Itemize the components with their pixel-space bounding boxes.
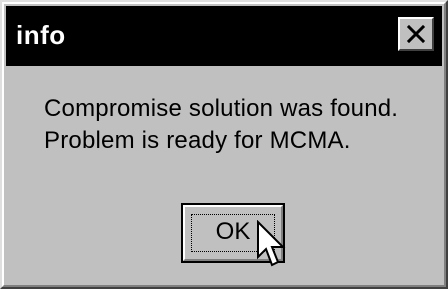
window-title: info	[16, 20, 66, 50]
message-line-2: Problem is ready for MCMA.	[44, 127, 351, 154]
ok-button[interactable]: OK	[181, 203, 285, 263]
close-button[interactable]	[398, 17, 434, 51]
title-bar[interactable]: info	[6, 6, 442, 66]
message-line-1: Compromise solution was found.	[44, 95, 399, 122]
info-dialog: info Compromise solution was found. Prob…	[0, 0, 448, 289]
ok-button-label: OK	[215, 218, 251, 245]
close-icon	[406, 24, 426, 44]
dialog-message: Compromise solution was found. Problem i…	[44, 93, 398, 157]
